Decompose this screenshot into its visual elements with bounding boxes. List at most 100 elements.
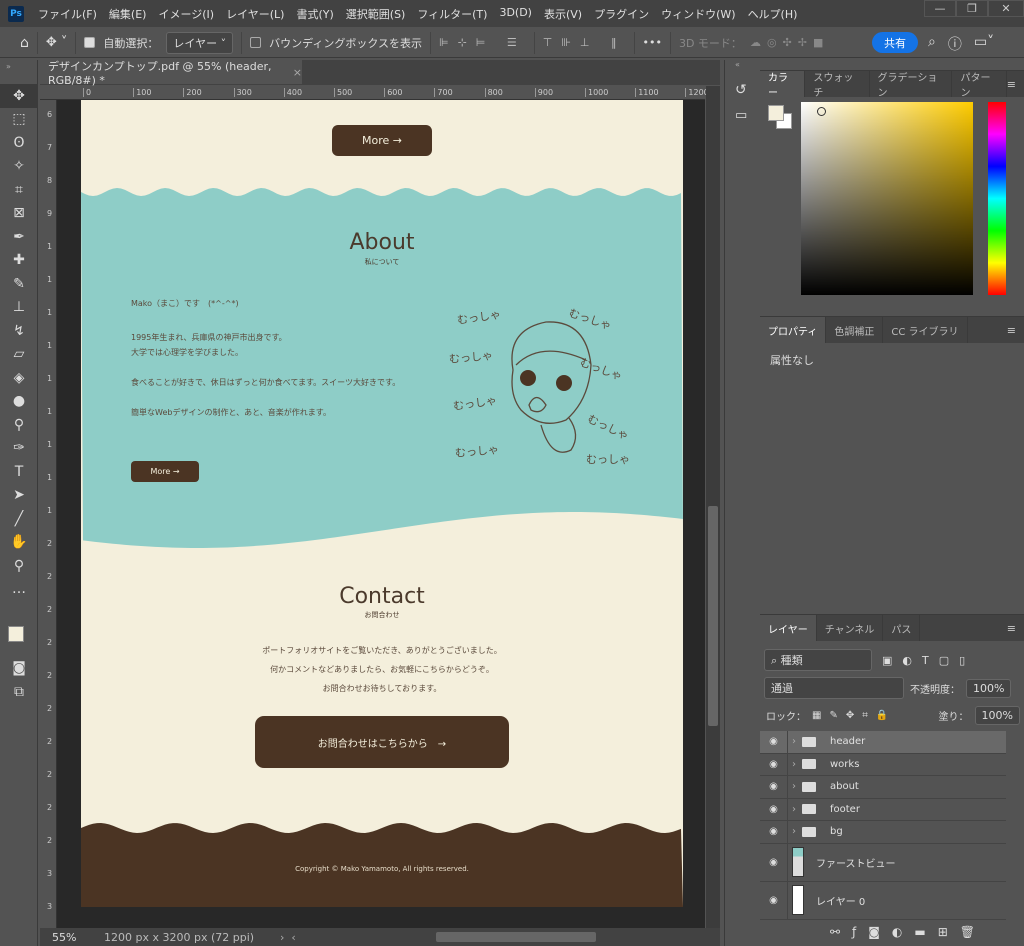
help-icon[interactable]: ⓘ: [948, 34, 962, 54]
about-more-button[interactable]: More →: [131, 461, 199, 482]
panel-menu-icon[interactable]: ≡: [1007, 615, 1024, 641]
lasso-tool-icon[interactable]: ʘ: [0, 131, 38, 155]
visibility-eye-icon[interactable]: ◉: [760, 821, 788, 843]
layer-row[interactable]: ◉ › header: [760, 731, 1006, 754]
panel-tab[interactable]: 色調補正: [826, 317, 884, 343]
menu-item[interactable]: 3D(D): [493, 6, 538, 22]
visibility-eye-icon[interactable]: ◉: [760, 753, 788, 775]
hue-slider[interactable]: [988, 102, 1006, 295]
menu-item[interactable]: 選択範囲(S): [340, 6, 412, 22]
panel-tab[interactable]: グラデーション: [870, 71, 953, 99]
layer-row[interactable]: ◉ レイヤー 0: [760, 881, 1006, 920]
document-canvas[interactable]: More → About 私について Mako（まこ）です (*^-^*) 19…: [81, 100, 683, 907]
layer-row[interactable]: ◉ › bg: [760, 821, 1006, 844]
more-options-button[interactable]: •••: [643, 36, 662, 49]
scrollbar-thumb[interactable]: [708, 506, 718, 726]
screen-mode-icon[interactable]: ⧉: [0, 680, 38, 704]
brush-tool-icon[interactable]: ✎: [0, 272, 38, 296]
lock-icons[interactable]: ▦✎✥⌗🔒: [812, 710, 896, 721]
pen-tool-icon[interactable]: ✑: [0, 437, 38, 461]
align-buttons[interactable]: ⊫⊹⊨ ☰: [439, 36, 526, 49]
share-button[interactable]: 共有: [872, 32, 918, 53]
bounding-box-checkbox[interactable]: [250, 37, 262, 48]
contact-button[interactable]: お問合わせはこちらから →: [255, 716, 509, 768]
maximize-button[interactable]: ❐: [956, 0, 988, 17]
layer-filter-dropdown[interactable]: ⌕ 種類: [764, 649, 872, 671]
auto-select-checkbox[interactable]: [84, 37, 96, 48]
search-icon[interactable]: ⌕: [928, 34, 936, 54]
visibility-eye-icon[interactable]: ◉: [760, 843, 788, 881]
minimize-button[interactable]: —: [924, 0, 956, 17]
works-more-button[interactable]: More →: [332, 125, 432, 156]
move-tool-icon[interactable]: ✥: [0, 84, 38, 108]
foreground-color[interactable]: [768, 105, 784, 121]
menu-item[interactable]: レイヤー(L): [220, 6, 290, 22]
paint-bucket-icon[interactable]: ◈: [0, 366, 38, 390]
panel-menu-icon[interactable]: ≡: [1007, 317, 1024, 343]
menu-item[interactable]: プラグイン: [588, 6, 655, 22]
type-tool-icon[interactable]: T: [0, 460, 38, 484]
blend-mode-dropdown[interactable]: 通過: [764, 677, 904, 699]
healing-brush-icon[interactable]: ✚: [0, 249, 38, 273]
move-tool-icon[interactable]: ✥ ˅: [46, 35, 68, 50]
layer-row[interactable]: ◉ › works: [760, 753, 1006, 776]
panel-tab[interactable]: カラー: [760, 71, 806, 99]
menu-item[interactable]: ウィンドウ(W): [655, 6, 741, 22]
panel-menu-icon[interactable]: ≡: [1007, 71, 1024, 97]
vertical-scrollbar[interactable]: [706, 86, 720, 928]
vertical-ruler[interactable]: 6 7 8 9 1 1 1 1 1 1 1 1 1 2 2 2 2 2 2 2 2 2 2 3 3: [40, 100, 57, 928]
distribute-buttons[interactable]: ⊤⊪⊥ ‖: [543, 36, 626, 49]
menu-item[interactable]: 書式(Y): [290, 6, 339, 22]
eraser-icon[interactable]: ▱: [0, 343, 38, 367]
3d-tools-icons[interactable]: ☁◎✣✢■: [750, 36, 829, 49]
panel-tab[interactable]: パス: [883, 615, 921, 641]
hand-tool-icon[interactable]: ✋: [0, 531, 38, 555]
collapse-icon[interactable]: «: [725, 60, 758, 74]
panel-tab[interactable]: レイヤー: [760, 615, 817, 641]
expand-chevron-icon[interactable]: ›: [792, 759, 796, 770]
panel-tab[interactable]: スウォッチ: [805, 71, 870, 99]
document-tab[interactable]: デザインカンプトップ.pdf @ 55% (header, RGB/8#) * …: [40, 60, 302, 87]
panel-tab[interactable]: プロパティ: [760, 317, 827, 343]
expand-chevron-icon[interactable]: ›: [792, 826, 796, 837]
foreground-color-swatch[interactable]: [8, 626, 24, 642]
menu-item[interactable]: ファイル(F): [32, 6, 103, 22]
fill-input[interactable]: 100%: [974, 706, 1020, 725]
path-select-icon[interactable]: ➤: [0, 484, 38, 508]
close-tab-icon[interactable]: ×: [293, 66, 302, 79]
canvas-area[interactable]: More → About 私について Mako（まこ）です (*^-^*) 19…: [57, 100, 705, 928]
visibility-eye-icon[interactable]: ◉: [760, 881, 788, 919]
eyedropper-icon[interactable]: ✒: [0, 225, 38, 249]
collapse-toolbar-icon[interactable]: »: [0, 60, 37, 84]
zoom-level[interactable]: 55%: [40, 931, 90, 944]
crop-tool-icon[interactable]: ⌗: [0, 178, 38, 202]
auto-select-target-dropdown[interactable]: レイヤー ˅: [166, 31, 234, 54]
layer-actions[interactable]: ⚯ƒ◙◐▬⊞🗑: [830, 925, 987, 939]
visibility-eye-icon[interactable]: ◉: [760, 731, 788, 753]
opacity-input[interactable]: 100%: [966, 678, 1012, 698]
visibility-eye-icon[interactable]: ◉: [760, 776, 788, 798]
stamp-tool-icon[interactable]: ⊥: [0, 296, 38, 320]
more-tools-icon[interactable]: …: [0, 578, 38, 602]
expand-chevron-icon[interactable]: ›: [792, 736, 796, 747]
frame-tool-icon[interactable]: ⊠: [0, 202, 38, 226]
zoom-tool-icon[interactable]: ⚲: [0, 554, 38, 578]
horizontal-ruler[interactable]: 0 100 200 300 400 500 600 700 800 900 1000 1100 1200: [40, 86, 709, 100]
expand-chevron-icon[interactable]: ›: [792, 804, 796, 815]
menu-item[interactable]: ヘルプ(H): [742, 6, 804, 22]
menu-item[interactable]: イメージ(I): [152, 6, 220, 22]
layer-row[interactable]: ◉ ファーストビュー: [760, 843, 1006, 882]
panel-tab[interactable]: パターン: [952, 71, 1007, 99]
blur-tool-icon[interactable]: ●: [0, 390, 38, 414]
dodge-tool-icon[interactable]: ⚲: [0, 413, 38, 437]
magic-wand-icon[interactable]: ✧: [0, 155, 38, 179]
quick-mask-icon[interactable]: ◙: [0, 656, 38, 680]
history-icon[interactable]: ↺: [725, 74, 758, 106]
panel-tab[interactable]: CC ライブラリ: [883, 317, 968, 343]
layer-filter-icons[interactable]: ▣◐T▢▯: [882, 654, 975, 667]
color-picker-field[interactable]: [801, 102, 973, 295]
layer-row[interactable]: ◉ › about: [760, 776, 1006, 799]
expand-chevron-icon[interactable]: ›: [792, 781, 796, 792]
menu-item[interactable]: 表示(V): [538, 6, 588, 22]
home-icon[interactable]: ⌂: [20, 35, 29, 51]
